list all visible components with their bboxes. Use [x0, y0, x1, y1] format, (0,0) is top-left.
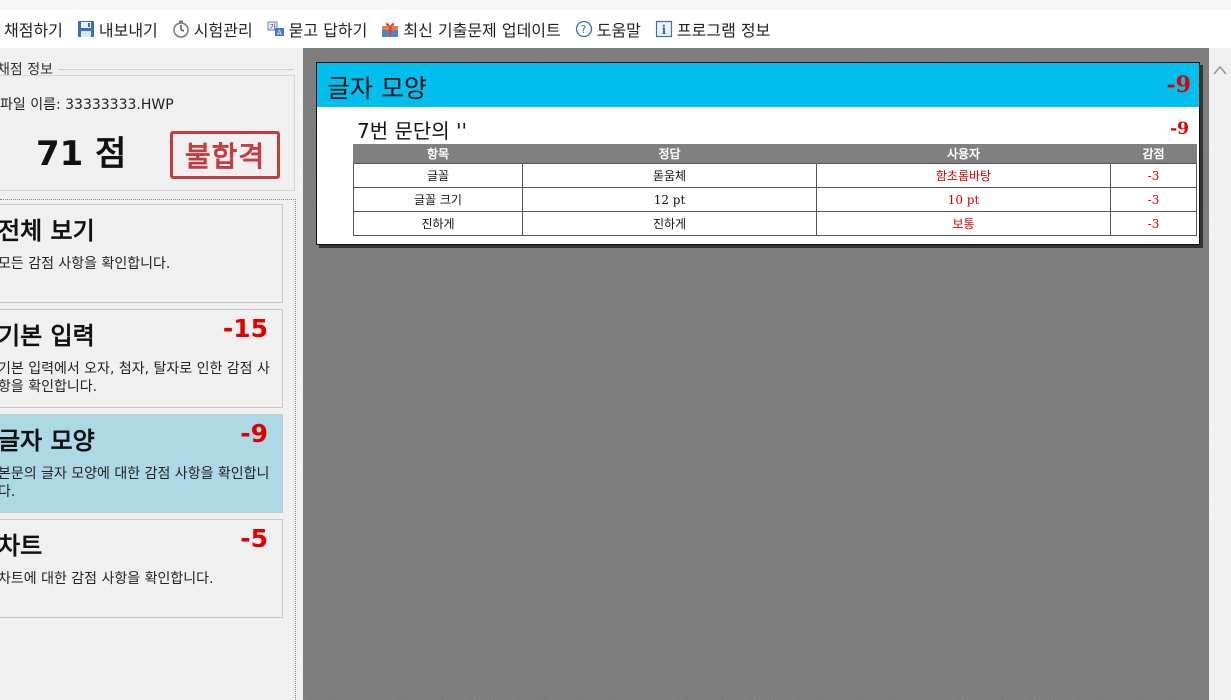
col-header-answer: 정답	[522, 144, 817, 164]
sidebar-separator	[0, 199, 296, 200]
table-row: 글꼴 크기 12 pt 10 pt -3	[353, 187, 1197, 212]
score-box: 파일 이름: 33333333.HWP 71 점 불합격	[0, 75, 295, 191]
paragraph-title: 7번 문단의 ''	[357, 119, 468, 143]
svg-text:?: ?	[580, 23, 586, 36]
card-title: 기본 입력	[0, 322, 95, 350]
cell-deduction: -3	[1110, 163, 1197, 188]
sidebar: 채점 정보 파일 이름: 33333333.HWP 71 점 불합격 전체 보기…	[0, 48, 300, 700]
floppy-icon	[77, 20, 95, 38]
toolbar: 채점하기 내보내기 시험관리 가A 묻고 답하기 최신 기출문제 업데이트 ? …	[0, 10, 1231, 48]
card-description: 모든 감점 사항을 확인합니다.	[0, 256, 171, 272]
cell-deduction: -3	[1110, 187, 1197, 212]
cell-user: 보통	[816, 211, 1111, 236]
card-description: 본문의 글자 모양에 대한 감점 사항을 확인합니다.	[0, 466, 270, 500]
card-view-all[interactable]: 전체 보기 모든 감점 사항을 확인합니다.	[0, 204, 283, 303]
cell-answer: 12 pt	[522, 187, 817, 212]
grade-label: 채점하기	[4, 21, 63, 40]
help-icon: ?	[575, 20, 593, 38]
cell-user: 10 pt	[816, 187, 1111, 212]
card-points: -9	[240, 419, 268, 448]
update-label: 최신 기출문제 업데이트	[403, 21, 561, 40]
cell-answer: 진하게	[522, 211, 817, 236]
chevron-up-icon[interactable]	[1213, 60, 1227, 75]
exam-manage-button[interactable]: 시험관리	[165, 14, 260, 44]
info-icon: i	[655, 20, 673, 38]
svg-text:A: A	[277, 29, 282, 37]
exam-manage-label: 시험관리	[193, 21, 253, 40]
window-top-strip	[0, 0, 1231, 10]
cell-user: 함초롬바탕	[816, 163, 1111, 188]
svg-text:i: i	[662, 23, 667, 37]
table-row: 진하게 진하게 보통 -3	[353, 211, 1197, 236]
card-description: 차트에 대한 감점 사항을 확인합니다.	[0, 571, 214, 587]
help-label: 도움말	[596, 21, 641, 40]
qa-label: 묻고 답하기	[288, 21, 368, 40]
card-description: 기본 입력에서 오자, 첨자, 탈자로 인한 감점 사항을 확인합니다.	[0, 361, 270, 395]
card-chart[interactable]: 차트 -5 차트에 대한 감점 사항을 확인합니다.	[0, 519, 283, 618]
char-shape-panel: 글자 모양 -9 7번 문단의 '' -9 항목 정답 사용자 감점 글꼴 돋움…	[316, 62, 1200, 245]
program-info-label: 프로그램 정보	[676, 21, 771, 40]
deduction-table: 항목 정답 사용자 감점 글꼴 돋움체 함초롬바탕 -3 글꼴 크기 12 pt…	[353, 144, 1197, 236]
col-header-user: 사용자	[816, 144, 1111, 164]
cell-item: 진하게	[353, 211, 523, 236]
col-header-item: 항목	[353, 144, 523, 164]
cell-item: 글꼴 크기	[353, 187, 523, 212]
fail-stamp: 불합격	[170, 131, 280, 179]
export-button[interactable]: 내보내기	[70, 14, 165, 44]
sidebar-vertical-separator	[295, 199, 296, 700]
table-row: 글꼴 돋움체 함초롬바탕 -3	[353, 163, 1197, 188]
file-name: 파일 이름: 33333333.HWP	[0, 97, 174, 113]
card-points: -15	[222, 314, 268, 343]
panel-points: -9	[1166, 72, 1191, 98]
card-title: 글자 모양	[0, 427, 95, 455]
update-button[interactable]: 최신 기출문제 업데이트	[374, 14, 567, 44]
card-points: -5	[240, 524, 268, 553]
timer-icon	[172, 20, 190, 38]
qa-icon: 가A	[267, 20, 285, 38]
panel-title: 글자 모양	[327, 74, 427, 103]
cell-item: 글꼴	[353, 163, 523, 188]
vertical-scrollbar[interactable]	[1209, 48, 1231, 700]
card-char-shape[interactable]: 글자 모양 -9 본문의 글자 모양에 대한 감점 사항을 확인합니다.	[0, 414, 283, 513]
card-title: 전체 보기	[0, 217, 95, 245]
program-info-button[interactable]: i 프로그램 정보	[648, 14, 777, 44]
export-label: 내보내기	[98, 21, 158, 40]
card-title: 차트	[0, 532, 43, 560]
cell-deduction: -3	[1110, 211, 1197, 236]
paragraph-points: -9	[1170, 119, 1189, 139]
table-header-row: 항목 정답 사용자 감점	[353, 144, 1197, 164]
cell-answer: 돋움체	[522, 163, 817, 188]
score-value: 71 점	[36, 134, 127, 174]
gift-icon	[381, 20, 399, 38]
panel-header: 글자 모양 -9	[317, 63, 1199, 107]
col-header-deduction: 감점	[1110, 144, 1197, 164]
card-basic-input[interactable]: 기본 입력 -15 기본 입력에서 오자, 첨자, 탈자로 인한 감점 사항을 …	[0, 309, 283, 408]
grade-button[interactable]: 채점하기	[0, 14, 70, 44]
help-button[interactable]: ? 도움말	[568, 14, 648, 44]
qa-button[interactable]: 가A 묻고 답하기	[260, 14, 375, 44]
